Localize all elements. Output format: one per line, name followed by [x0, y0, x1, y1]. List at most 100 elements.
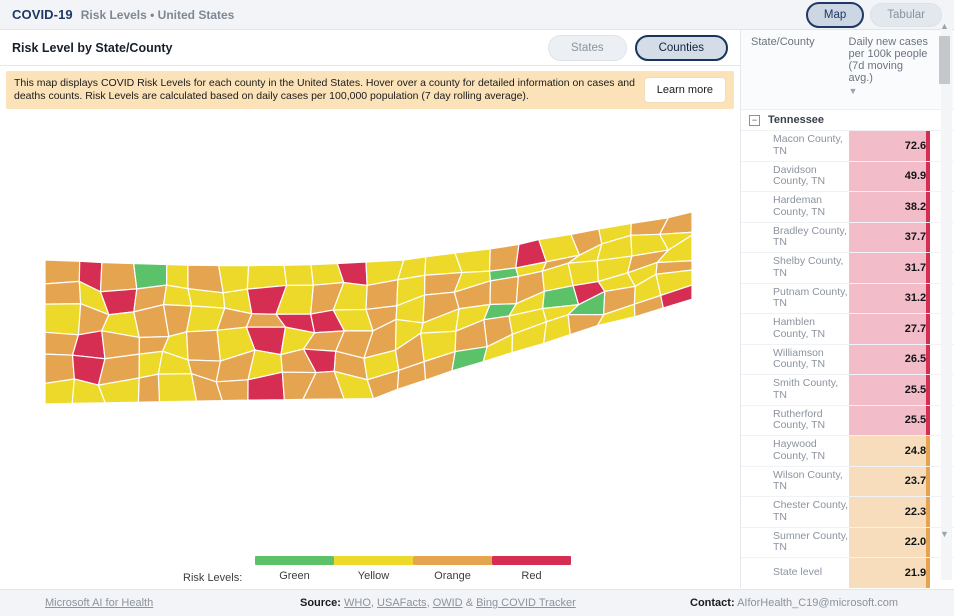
legend-swatch-red: [492, 556, 571, 565]
row-value: 72.6: [904, 139, 927, 152]
table-row[interactable]: Macon County, TN 72.6: [741, 131, 954, 162]
legend-swatch-green: [255, 556, 334, 565]
table-row[interactable]: Shelby County, TN 31.7: [741, 253, 954, 284]
row-value: 27.7: [904, 322, 927, 335]
minus-box-icon[interactable]: −: [749, 114, 760, 126]
map-county[interactable]: [454, 248, 491, 274]
row-value-bar: 23.7: [848, 466, 931, 496]
map-county[interactable]: [215, 379, 249, 402]
map-county[interactable]: [99, 261, 138, 293]
row-value-bar: 72.6: [848, 131, 931, 161]
table-row[interactable]: Bradley County, TN 37.7: [741, 222, 954, 253]
row-label: Wilson County, TN: [773, 468, 843, 493]
chevron-up-icon[interactable]: ▲: [938, 20, 951, 33]
legend-item-green: Green: [255, 556, 334, 582]
info-banner: This map displays COVID Risk Levels for …: [6, 71, 734, 109]
map-county[interactable]: [137, 373, 161, 403]
map-county[interactable]: [217, 264, 250, 294]
row-value-bar: 22.0: [848, 527, 931, 557]
top-bar: COVID-19 Risk Levels • United States Map…: [0, 0, 954, 30]
footer-org-link[interactable]: Microsoft AI for Health: [45, 597, 153, 609]
table-row[interactable]: Wilson County, TN 23.7: [741, 466, 954, 497]
table-row[interactable]: Williamson County, TN 26.5: [741, 344, 954, 375]
row-value: 23.7: [904, 475, 927, 488]
legend-caption-orange: Orange: [434, 570, 471, 582]
source-link-owid[interactable]: OWID: [433, 597, 463, 609]
map-county[interactable]: [488, 243, 520, 272]
table-row[interactable]: Rutherford County, TN 25.5: [741, 405, 954, 436]
table-row[interactable]: Hamblen County, TN 27.7: [741, 314, 954, 345]
map-container[interactable]: [0, 112, 740, 552]
map-county[interactable]: [157, 373, 198, 403]
row-value: 26.5: [904, 353, 927, 366]
risk-list-panel: State/County Daily new cases per 100k pe…: [740, 21, 954, 588]
source-link-who[interactable]: WHO: [344, 597, 371, 609]
row-value-bar: 37.7: [848, 222, 931, 252]
map-county[interactable]: [133, 262, 168, 290]
table-row[interactable]: Davidson County, TN 49.9: [741, 161, 954, 192]
toggle-states[interactable]: States: [548, 34, 627, 61]
column-header-state-county[interactable]: State/County: [741, 36, 849, 109]
legend-caption-red: Red: [521, 570, 542, 582]
table-row[interactable]: Sumner County, TN 22.0: [741, 527, 954, 558]
row-level-marker: [926, 283, 931, 313]
row-value-bar: 49.9: [848, 161, 931, 191]
row-label: State level: [773, 566, 823, 578]
row-label: Bradley County, TN: [773, 224, 847, 249]
tab-tabular[interactable]: Tabular: [870, 2, 942, 27]
row-level-marker: [926, 436, 931, 466]
row-level-marker: [926, 497, 931, 527]
row-value: 25.5: [904, 383, 927, 396]
row-label: Chester County, TN: [773, 499, 849, 523]
map-county[interactable]: [283, 264, 315, 287]
map-county[interactable]: [44, 259, 81, 285]
row-level-marker: [926, 558, 931, 588]
row-label: Sumner County, TN: [773, 529, 849, 554]
source-link-usafacts[interactable]: USAFacts: [377, 597, 427, 609]
learn-more-button[interactable]: Learn more: [643, 77, 726, 103]
legend: Green Yellow Orange Red: [255, 556, 571, 582]
map-county[interactable]: [44, 378, 75, 405]
map-county[interactable]: [44, 280, 82, 305]
row-value-bar: 22.3: [848, 497, 931, 527]
map-county[interactable]: [365, 279, 399, 311]
table-row[interactable]: Hardeman County, TN 38.2: [741, 192, 954, 223]
chevron-down-icon[interactable]: ▼: [938, 528, 951, 541]
row-value: 22.0: [904, 536, 927, 549]
map-county[interactable]: [44, 303, 82, 336]
legend-item-orange: Orange: [413, 556, 492, 582]
table-row[interactable]: Putnam County, TN 31.2: [741, 283, 954, 314]
row-value: 38.2: [904, 200, 927, 213]
source-link-bing[interactable]: Bing COVID Tracker: [476, 597, 576, 609]
map-county[interactable]: [186, 329, 222, 362]
panel-scrollbar[interactable]: ▲ ▼: [938, 21, 952, 580]
row-level-marker: [926, 527, 931, 557]
app-brand: COVID-19: [12, 7, 73, 22]
table-row[interactable]: Smith County, TN 25.5: [741, 375, 954, 406]
group-row-tennessee[interactable]: − Tennessee: [741, 110, 954, 131]
table-row[interactable]: State level 21.9: [741, 558, 954, 588]
tennessee-map-svg[interactable]: [0, 112, 740, 552]
toggle-counties[interactable]: Counties: [634, 34, 728, 61]
row-label: Macon County, TN: [773, 133, 843, 157]
row-level-marker: [926, 222, 931, 252]
table-row[interactable]: Haywood County, TN 24.8: [741, 436, 954, 467]
row-value-bar: 27.7: [848, 314, 931, 344]
sep-3: &: [462, 597, 477, 609]
scope-toggle-group: States Counties: [548, 34, 728, 61]
row-level-marker: [926, 161, 931, 191]
legend-caption-green: Green: [279, 570, 310, 582]
group-label: Tennessee: [768, 114, 825, 126]
county-rows: Macon County, TN 72.6 Davidson County, TN 4…: [741, 131, 954, 588]
tab-map[interactable]: Map: [805, 1, 865, 28]
map-county[interactable]: [187, 264, 224, 294]
column-header-daily-cases-label: Daily new cases per 100k people (7d movi…: [848, 36, 928, 84]
table-row[interactable]: Chester County, TN 22.3: [741, 497, 954, 528]
row-value-bar: 25.5: [848, 405, 931, 435]
scrollbar-thumb[interactable]: [939, 36, 950, 84]
row-label: Haywood County, TN: [773, 438, 826, 462]
column-header-daily-cases[interactable]: Daily new cases per 100k people (7d movi…: [849, 36, 931, 109]
map-county[interactable]: [489, 275, 520, 306]
list-body[interactable]: − Tennessee Macon County, TN 72.6 Davidson…: [741, 110, 954, 588]
covid-risk-app: COVID-19 Risk Levels • United States Map…: [0, 0, 954, 616]
